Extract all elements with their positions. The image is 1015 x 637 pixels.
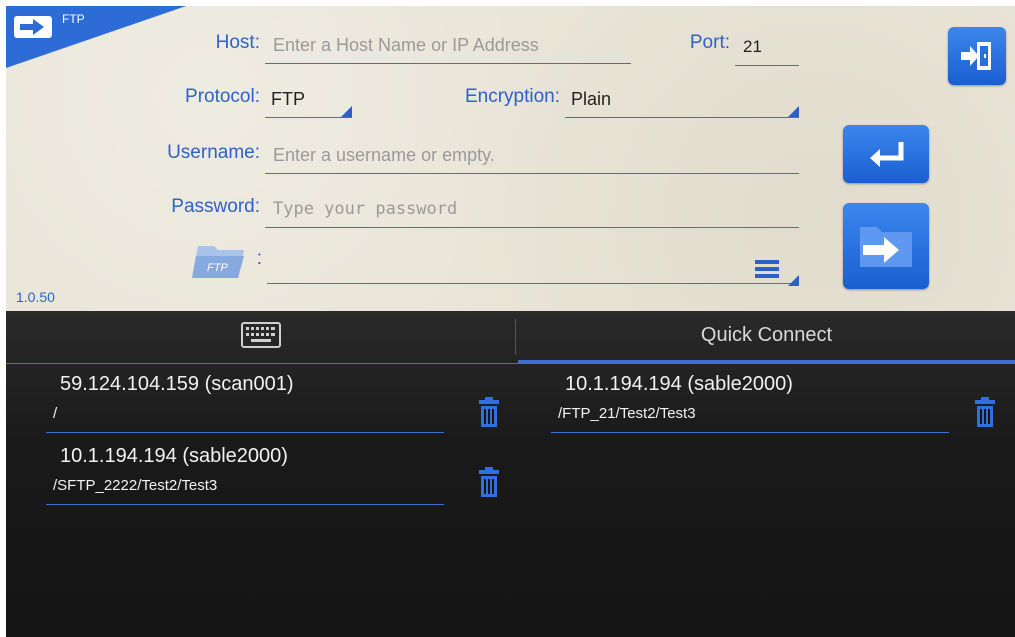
tab-separator xyxy=(515,319,516,355)
saved-connection-item[interactable]: 59.124.104.159 (scan001) / xyxy=(46,369,444,433)
version-label: 1.0.50 xyxy=(16,289,55,305)
saved-connection-item[interactable]: 10.1.194.194 (sable2000) /FTP_21/Test2/T… xyxy=(551,369,949,433)
port-input[interactable]: 21 xyxy=(735,30,799,66)
enter-button[interactable] xyxy=(843,125,929,183)
host-label: Host: xyxy=(215,32,260,53)
ftp-folder-icon: FTP xyxy=(190,240,246,280)
encryption-value: Plain xyxy=(571,89,612,109)
connect-button[interactable] xyxy=(843,203,929,289)
protocol-label: Protocol: xyxy=(185,86,260,107)
connection-path: / xyxy=(53,405,58,422)
dropdown-arrow-icon xyxy=(788,275,799,286)
delete-trash-icon[interactable] xyxy=(975,397,995,427)
delete-trash-icon[interactable] xyxy=(479,397,499,427)
connection-form-panel: FTP Host: Enter a Host Name or IP Addres… xyxy=(6,6,1015,311)
connection-title: 10.1.194.194 (sable2000) xyxy=(60,445,288,467)
password-label: Password: xyxy=(171,196,260,217)
arrow-right-icon xyxy=(14,16,52,38)
dropdown-arrow-icon xyxy=(341,106,352,117)
ftp-folder-icon-label: FTP xyxy=(207,262,228,274)
keyboard-icon xyxy=(240,322,281,348)
menu-icon[interactable] xyxy=(755,258,779,278)
connection-title: 10.1.194.194 (sable2000) xyxy=(565,373,793,395)
tab-quick-connect[interactable]: Quick Connect xyxy=(518,311,1015,359)
ftp-badge-label: FTP xyxy=(62,12,85,26)
folder-colon: : xyxy=(256,248,262,269)
username-input[interactable]: Enter a username or empty. xyxy=(265,138,799,174)
remote-folder-input[interactable] xyxy=(267,248,799,284)
saved-connection-item[interactable]: 10.1.194.194 (sable2000) /SFTP_2222/Test… xyxy=(46,441,444,505)
tab-active-indicator xyxy=(518,360,1015,364)
exit-button[interactable] xyxy=(948,27,1006,85)
connection-path: /FTP_21/Test2/Test3 xyxy=(558,405,696,422)
dropdown-arrow-icon xyxy=(788,106,799,117)
tab-keyboard[interactable] xyxy=(6,311,515,359)
connection-path: /SFTP_2222/Test2/Test3 xyxy=(53,477,218,494)
app-window: FTP Host: Enter a Host Name or IP Addres… xyxy=(6,6,1015,637)
encryption-label: Encryption: xyxy=(464,86,560,107)
protocol-select[interactable]: FTP xyxy=(265,82,352,118)
exit-icon xyxy=(961,42,991,70)
enter-return-icon xyxy=(870,142,904,167)
host-input[interactable]: Enter a Host Name or IP Address xyxy=(265,28,631,64)
delete-trash-icon[interactable] xyxy=(479,467,499,497)
password-input[interactable]: Type your password xyxy=(265,192,799,228)
protocol-value: FTP xyxy=(271,89,305,109)
encryption-select[interactable]: Plain xyxy=(565,82,799,118)
folder-connect-icon xyxy=(860,227,912,267)
saved-connections-panel: Quick Connect 59.124.104.159 (scan001) /… xyxy=(6,311,1015,637)
username-label: Username: xyxy=(167,142,260,163)
port-label: Port: xyxy=(689,32,730,53)
connection-title: 59.124.104.159 (scan001) xyxy=(60,373,294,395)
